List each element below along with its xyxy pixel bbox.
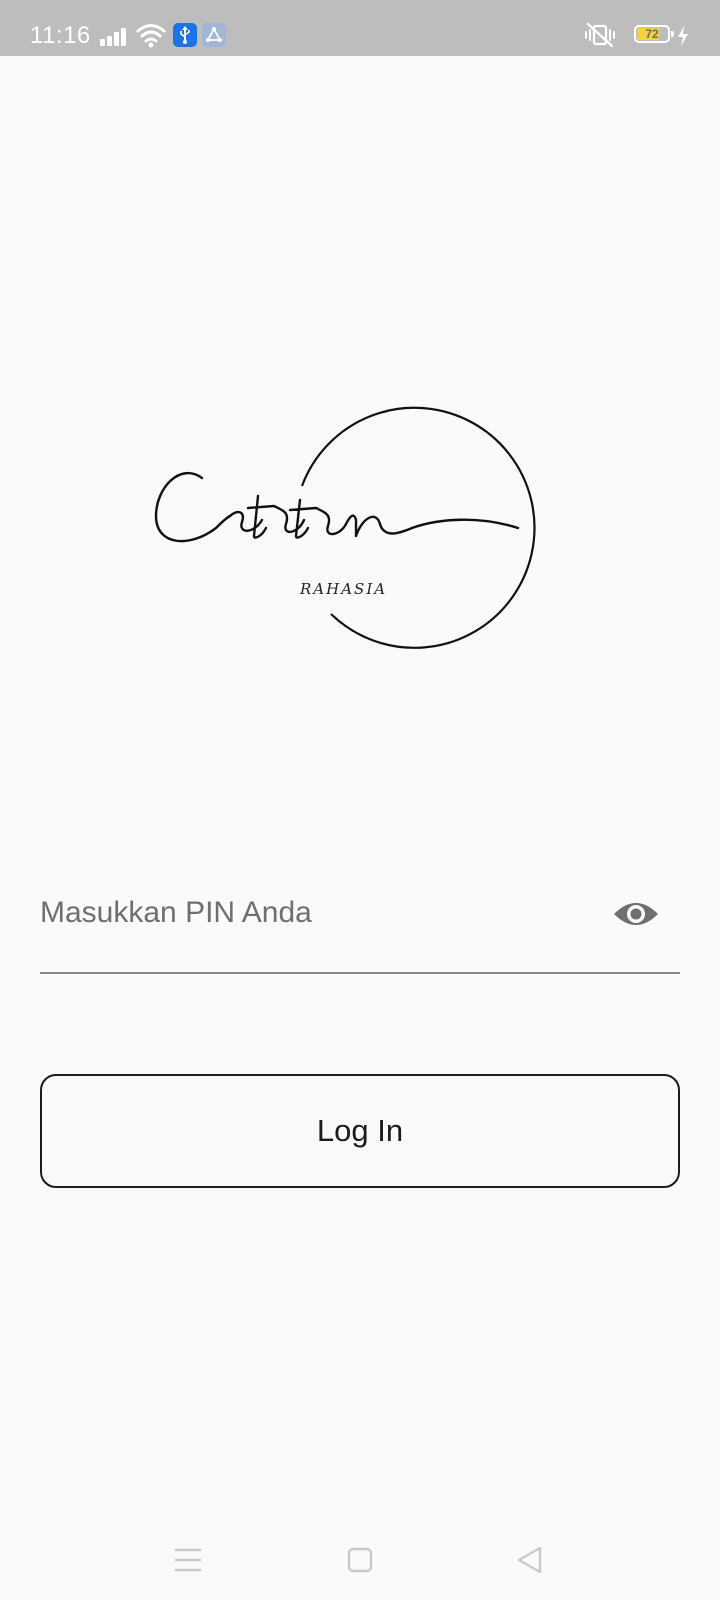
pin-field (40, 866, 680, 974)
logo-subtitle: RAHASIA (300, 580, 388, 598)
status-bar: 11:16 72 (0, 0, 720, 56)
wifi-icon (136, 24, 166, 48)
back-icon[interactable] (500, 1530, 560, 1590)
app-notification-icon (202, 23, 226, 47)
pin-input[interactable] (40, 866, 600, 960)
app-logo (150, 400, 560, 665)
battery-icon: 72 (634, 25, 674, 43)
signal-icon (100, 28, 126, 46)
status-time: 11:16 (30, 22, 91, 49)
login-button[interactable]: Log In (40, 1074, 680, 1188)
battery-level: 72 (645, 27, 659, 41)
home-icon[interactable] (330, 1530, 390, 1590)
menu-icon[interactable] (158, 1530, 218, 1590)
charging-icon (678, 26, 688, 46)
navigation-bar (0, 1520, 720, 1600)
eye-icon[interactable] (610, 894, 662, 934)
logo-graphic (154, 406, 536, 649)
vibrate-icon (585, 22, 615, 48)
usb-icon (173, 23, 197, 47)
